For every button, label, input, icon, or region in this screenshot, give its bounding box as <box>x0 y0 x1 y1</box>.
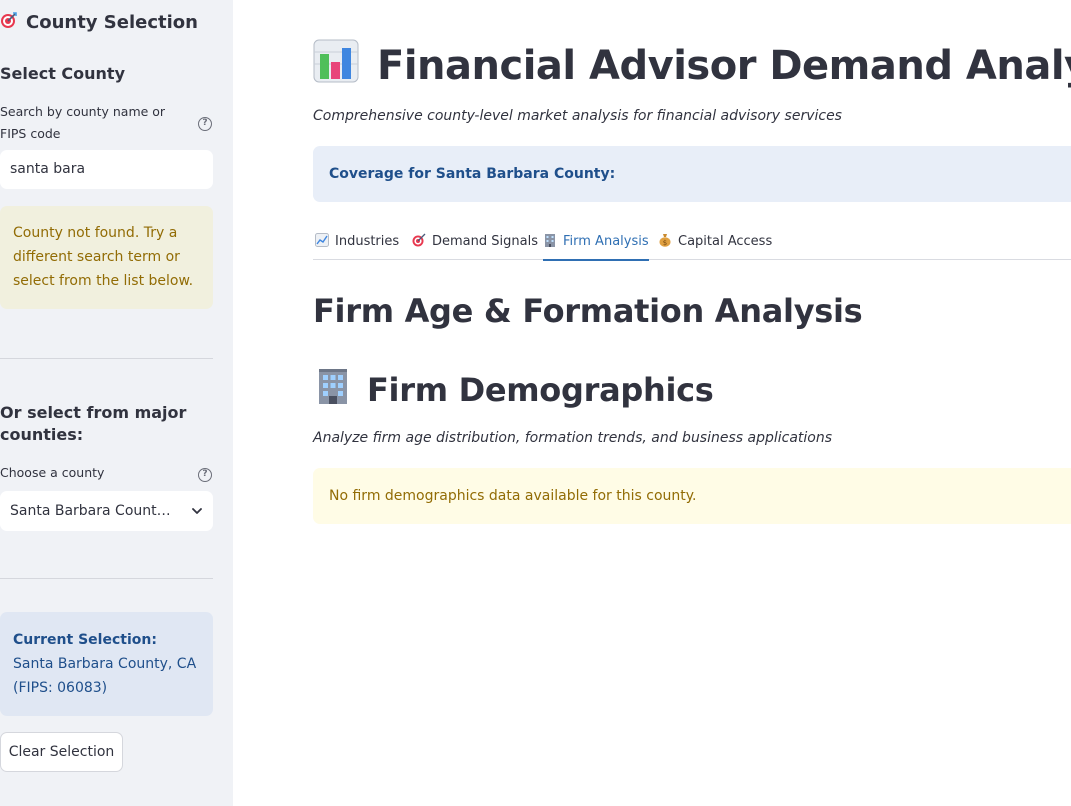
target-icon <box>412 233 426 250</box>
county-search-input[interactable]: santa bara <box>0 150 213 189</box>
tab-label: Capital Access <box>678 233 773 249</box>
divider <box>0 578 213 579</box>
page-title-text: Financial Advisor Demand Analyzer <box>377 43 1071 89</box>
subsection-heading-text: Firm Demographics <box>367 371 714 409</box>
divider <box>0 358 213 359</box>
help-icon[interactable]: ? <box>198 117 212 131</box>
money-bag-icon: $ <box>658 233 672 250</box>
tab-label: Industries <box>335 233 400 249</box>
bar-chart-icon <box>313 38 359 94</box>
office-building-icon <box>313 366 353 414</box>
no-data-warning: No firm demographics data available for … <box>313 468 1071 524</box>
county-select[interactable]: Santa Barbara County, CA <box>0 491 213 531</box>
office-building-icon <box>543 233 557 250</box>
sidebar-title: County Selection <box>0 11 198 34</box>
current-selection-label: Current Selection: <box>13 632 157 648</box>
page-subtitle: Comprehensive county-level market analys… <box>313 108 842 124</box>
search-label: Search by county name or FIPS code <box>0 104 166 141</box>
tab-label: Demand Signals <box>432 233 538 249</box>
select-county-heading: Select County <box>0 64 126 83</box>
section-heading: Firm Age & Formation Analysis <box>313 292 863 330</box>
current-selection-value: Santa Barbara County, CA (FIPS: 06083) <box>13 656 197 696</box>
page-title: Financial Advisor Demand Analyzer <box>313 38 1071 94</box>
coverage-info-box: Coverage for Santa Barbara County: <box>313 146 1071 202</box>
sidebar: County Selection Select County Search by… <box>0 0 233 806</box>
subsection-heading: Firm Demographics <box>313 366 714 414</box>
help-icon[interactable]: ? <box>198 468 212 482</box>
section-description: Analyze firm age distribution, formation… <box>313 430 833 446</box>
county-select-value: Santa Barbara County, CA <box>10 503 175 519</box>
choose-county-label: Choose a county <box>0 465 105 480</box>
chart-increasing-icon <box>315 232 329 250</box>
sidebar-title-text: County Selection <box>26 12 198 33</box>
svg-text:$: $ <box>663 239 667 247</box>
clear-selection-button[interactable]: Clear Selection <box>0 732 123 772</box>
chevron-down-icon <box>192 508 202 514</box>
tab-demand-signals[interactable]: Demand Signals <box>412 222 538 260</box>
county-not-found-warning: County not found. Try a different search… <box>0 206 213 309</box>
tab-label: Firm Analysis <box>563 233 649 249</box>
tab-firm-analysis[interactable]: Firm Analysis <box>543 222 649 261</box>
tab-industries[interactable]: Industries <box>315 222 399 260</box>
tab-bar: Industries Demand Signals Firm Analysis … <box>313 222 1071 261</box>
tab-capital-access[interactable]: $ Capital Access <box>658 222 772 260</box>
major-counties-heading: Or select from major counties: <box>0 403 187 444</box>
main-content: Financial Advisor Demand Analyzer Compre… <box>233 0 1071 806</box>
target-icon <box>0 11 18 34</box>
current-selection-box: Current Selection: Santa Barbara County,… <box>0 612 213 716</box>
